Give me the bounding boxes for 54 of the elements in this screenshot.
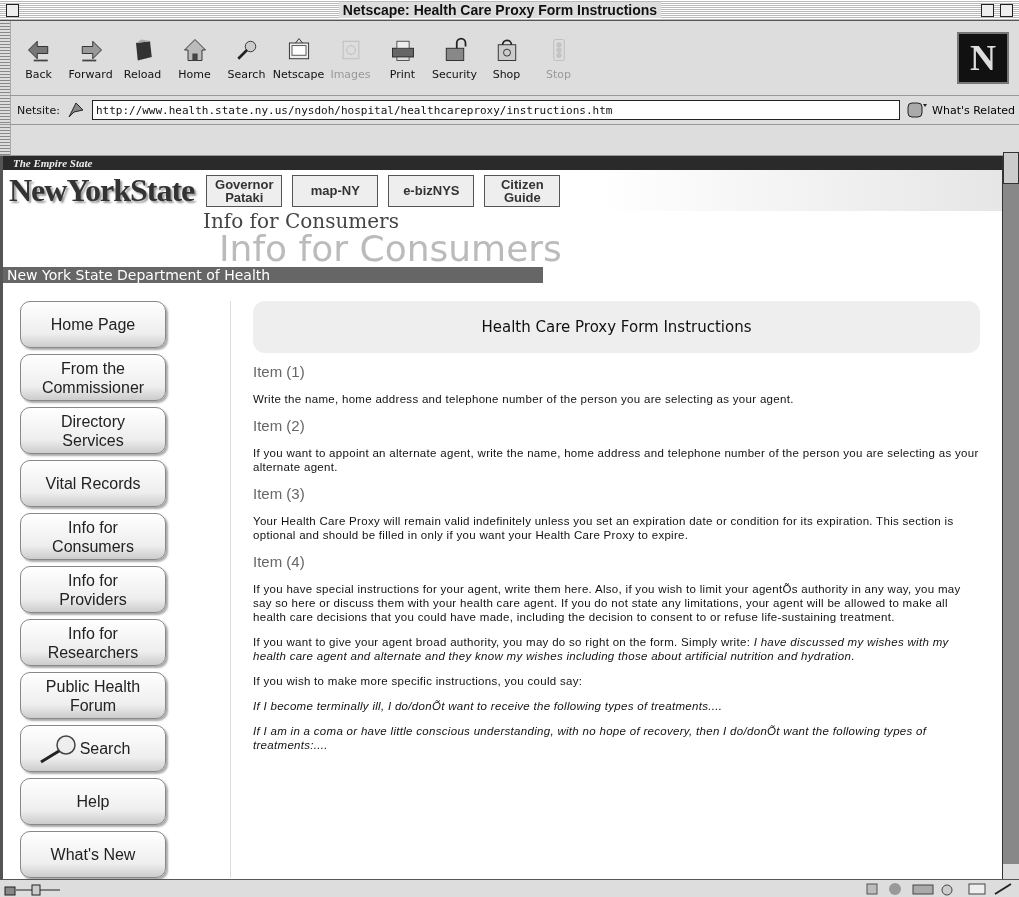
paragraph: Your Health Care Proxy will remain valid indefinitely unless you set an expiration date or condition for its expiration. This section is optional and should be filled in only if you want your Health Care Proxy to expire.: [253, 514, 955, 542]
zoom-box[interactable]: [981, 3, 994, 17]
url-field[interactable]: http://www.health.state.ny.us/nysdoh/hospital/healthcareproxy/instructions.htm: [91, 100, 901, 120]
logo: N: [957, 32, 1009, 84]
toolbar-button[interactable]: Print: [378, 35, 427, 81]
location-label: Netsite:: [17, 103, 60, 117]
paragraph: If you have special instructions for your agent, write them here. Also, if you wish to limit your agentÕs authority in any way, you may say so here or discuss them with your health care agent. If you do not state any limitations, your agent will be allowed to make all health care decisions that you could have made, including the decision to consent to or refuse life-sustaining treatment.: [253, 582, 962, 624]
toolbar-button[interactable]: Security: [430, 35, 479, 81]
paragraph: If I become terminally ill, I do/donÕt want to receive the following types of treatments....: [253, 699, 724, 713]
page-heading: Health Care Proxy Form Instructions: [253, 301, 980, 353]
paragraph: If you want to appoint an alternate agent, write the name, home address and telephone number of the person you are selecting as your alternate agent.: [253, 446, 980, 474]
item-heading: Item (3): [253, 485, 306, 502]
toolbar-grip[interactable]: [0, 125, 11, 155]
paragraph: Write the name, home address and telephone number of the person you are selecting as your agent.: [253, 392, 795, 406]
header-link[interactable]: Citizen Guide: [484, 174, 561, 207]
paragraph: If I am in a coma or have little conscious understanding, with no hope of recovery, then I do/donÕt want the following types of treatments:....: [253, 724, 928, 752]
section-title: Info for Consumers: [203, 211, 399, 231]
toolbar-button[interactable]: Reload: [118, 35, 167, 81]
nav-button[interactable]: Info for Researchers: [20, 619, 166, 666]
collapse-box[interactable]: [1000, 3, 1013, 17]
header-link[interactable]: Governor Pataki: [206, 174, 283, 207]
toolbar-grip[interactable]: [0, 96, 11, 124]
nav-button[interactable]: What's New: [20, 831, 166, 878]
header-link[interactable]: e-bizNYS: [388, 174, 475, 207]
toolbar-button[interactable]: Search: [222, 35, 271, 81]
whats-related-button[interactable]: What's Related: [906, 101, 1015, 119]
nav-button[interactable]: Search: [20, 725, 166, 772]
close-box[interactable]: [6, 3, 19, 17]
item-heading: Item (4): [253, 553, 306, 570]
site-logo[interactable]: NewYorkState: [9, 172, 195, 209]
tagline: The Empire State: [3, 156, 1002, 170]
section-title-shadow: Info for Consumers: [219, 231, 562, 267]
department-bar: New York State Department of Health: [3, 267, 543, 283]
nav-button[interactable]: Public Health Forum: [20, 672, 166, 719]
nav-button[interactable]: Directory Services: [20, 407, 166, 454]
item-heading: Item (1): [253, 363, 306, 380]
nav-button[interactable]: Help: [20, 778, 166, 825]
paragraph: If you wish to make more specific instructions, you could say:: [253, 674, 584, 688]
toolbar-button[interactable]: Home: [170, 35, 219, 81]
header-link[interactable]: map-NY: [292, 174, 379, 207]
nav-button[interactable]: Vital Records: [20, 460, 166, 507]
toolbar-button[interactable]: Netscape: [274, 35, 323, 81]
item-heading: Item (2): [253, 417, 306, 434]
nav-button[interactable]: From the Commissioner: [20, 354, 166, 401]
toolbar-button[interactable]: Back: [14, 35, 63, 81]
related-icon: [906, 101, 929, 119]
paragraph: If you want to give your agent broad authority, you may do so right on the form. Simply write: I have discussed my wishes with my health care agent and alternate and they know my wishes including those about artificial nutrition and hydration.: [253, 635, 950, 663]
toolbar-grip[interactable]: [0, 21, 11, 95]
nav-button[interactable]: Info for Providers: [20, 566, 166, 613]
nav-button[interactable]: Home Page: [20, 301, 166, 348]
toolbar-button[interactable]: Forward: [66, 35, 115, 81]
window-title: Netscape: Health Care Proxy Form Instructions: [338, 2, 662, 18]
nav-button[interactable]: Info for Consumers: [20, 513, 166, 560]
toolbar-button[interactable]: Shop: [482, 35, 531, 81]
